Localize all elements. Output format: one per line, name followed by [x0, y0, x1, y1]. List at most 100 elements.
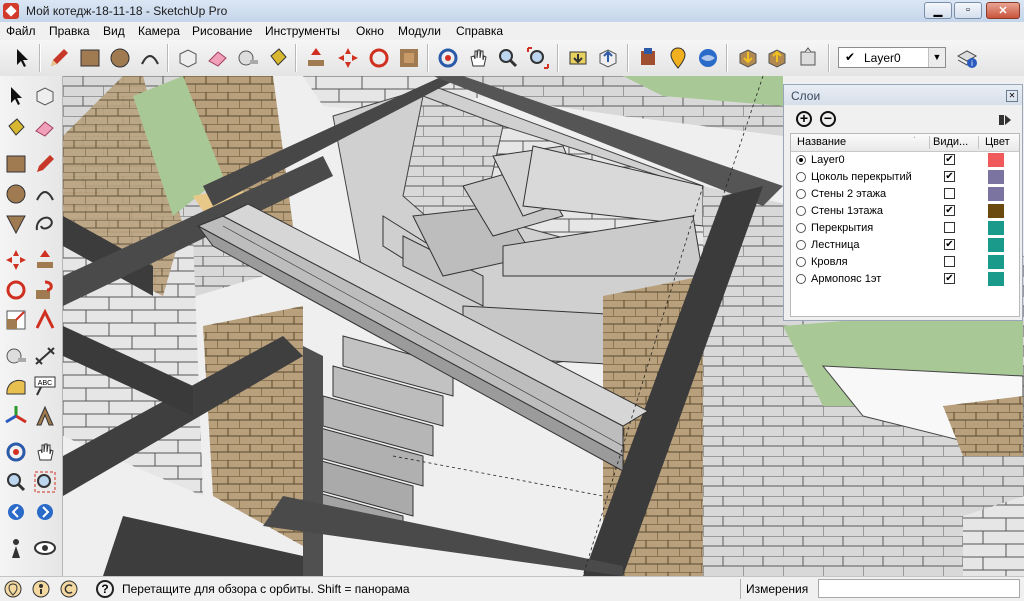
circle-icon[interactable] — [108, 46, 132, 70]
layer-name[interactable]: Стены 2 этажа — [811, 188, 886, 200]
menu-tools[interactable]: Инструменты — [265, 24, 340, 38]
layer-visible-checkbox[interactable] — [944, 256, 955, 267]
menu-help[interactable]: Справка — [456, 24, 503, 38]
tape-measure-icon[interactable] — [4, 344, 28, 368]
geo-location-icon[interactable] — [4, 580, 22, 598]
push-pull-icon[interactable] — [304, 46, 328, 70]
layer-visible-checkbox[interactable]: ✔ — [944, 171, 955, 182]
arc-icon[interactable] — [138, 46, 162, 70]
text-tool-icon[interactable]: ABC — [33, 374, 57, 398]
push-pull-icon[interactable] — [33, 248, 57, 272]
layers-panel-title-bar[interactable]: Слои ✕ — [784, 85, 1022, 105]
select-arrow-icon[interactable] — [4, 84, 28, 108]
layer-visible-checkbox[interactable]: ✔ — [944, 205, 955, 216]
layer-row[interactable]: Лестница ✔ — [791, 237, 1019, 254]
layer-name[interactable]: Цоколь перекрытий — [811, 171, 912, 183]
rotate-icon[interactable] — [367, 46, 391, 70]
column-color-header[interactable]: Цвет — [985, 136, 1010, 148]
arc-icon[interactable] — [33, 182, 57, 206]
extension-warehouse-icon[interactable] — [796, 46, 820, 70]
pan-hand-icon[interactable] — [466, 46, 490, 70]
column-visible-header[interactable]: Види... — [933, 136, 968, 148]
license-icon[interactable] — [60, 580, 78, 598]
measurements-input[interactable] — [818, 579, 1020, 598]
active-layer-radio[interactable] — [796, 155, 806, 165]
layer-row[interactable]: Кровля — [791, 254, 1019, 271]
offset-icon[interactable] — [397, 46, 421, 70]
protractor-icon[interactable] — [4, 374, 28, 398]
help-icon[interactable]: ? — [96, 580, 114, 598]
look-around-icon[interactable] — [33, 536, 57, 560]
layer-visible-checkbox[interactable] — [944, 222, 955, 233]
paint-bucket-icon[interactable] — [266, 46, 290, 70]
freehand-icon[interactable] — [33, 212, 57, 236]
follow-me-icon[interactable] — [33, 278, 57, 302]
move-icon[interactable] — [336, 46, 360, 70]
scale-icon[interactable] — [4, 308, 28, 332]
layer-color-swatch[interactable] — [988, 255, 1004, 269]
layer-row[interactable]: Армопояс 1эт ✔ — [791, 271, 1019, 288]
download-component-icon[interactable] — [736, 46, 760, 70]
minimize-button[interactable]: ▁ — [924, 2, 952, 19]
layer-color-swatch[interactable] — [988, 170, 1004, 184]
menu-edit[interactable]: Правка — [49, 24, 90, 38]
active-layer-radio[interactable] — [796, 274, 806, 284]
layer-row[interactable]: Цоколь перекрытий ✔ — [791, 169, 1019, 186]
layer-color-swatch[interactable] — [988, 238, 1004, 252]
layer-row[interactable]: Layer0 ✔ — [791, 152, 1019, 169]
active-layer-radio[interactable] — [796, 257, 806, 267]
layer-name[interactable]: Перекрытия — [811, 222, 873, 234]
google-earth-icon[interactable] — [696, 46, 720, 70]
layer-selector[interactable]: ✔ Layer0 ▼ — [838, 47, 946, 68]
chevron-down-icon[interactable]: ▼ — [928, 48, 945, 67]
active-layer-radio[interactable] — [796, 240, 806, 250]
layer-name[interactable]: Лестница — [811, 239, 860, 251]
pencil-icon[interactable] — [33, 152, 57, 176]
upload-component-icon[interactable] — [765, 46, 789, 70]
get-models-icon[interactable] — [636, 46, 660, 70]
maximize-button[interactable]: ▫ — [954, 2, 982, 19]
column-name-header[interactable]: Название — [797, 136, 846, 148]
menu-view[interactable]: Вид — [103, 24, 125, 38]
previous-view-icon[interactable] — [4, 500, 28, 524]
3d-warehouse-icon[interactable] — [566, 46, 590, 70]
eraser-icon[interactable] — [33, 116, 57, 140]
rectangle-icon[interactable] — [78, 46, 102, 70]
3d-text-icon[interactable] — [33, 404, 57, 428]
layer-visible-checkbox[interactable]: ✔ — [944, 239, 955, 250]
layer-name[interactable]: Layer0 — [811, 154, 845, 166]
layer-color-swatch[interactable] — [988, 187, 1004, 201]
circle-icon[interactable] — [4, 182, 28, 206]
eraser-icon[interactable] — [206, 46, 230, 70]
paint-bucket-icon[interactable] — [4, 116, 28, 140]
layer-row[interactable]: Стены 2 этажа — [791, 186, 1019, 203]
select-arrow-icon[interactable] — [10, 46, 34, 70]
delete-layer-button[interactable]: − — [820, 111, 836, 127]
menu-draw[interactable]: Рисование — [192, 24, 252, 38]
active-layer-radio[interactable] — [796, 206, 806, 216]
orbit-icon[interactable] — [436, 46, 460, 70]
active-layer-radio[interactable] — [796, 189, 806, 199]
active-layer-radio[interactable] — [796, 172, 806, 182]
rotate-icon[interactable] — [4, 278, 28, 302]
close-icon[interactable]: ✕ — [1006, 90, 1018, 102]
next-view-icon[interactable] — [33, 500, 57, 524]
layer-row[interactable]: Перекрытия — [791, 220, 1019, 237]
layer-row[interactable]: Стены 1этажа ✔ — [791, 203, 1019, 220]
layer-visible-checkbox[interactable]: ✔ — [944, 273, 955, 284]
active-layer-radio[interactable] — [796, 223, 806, 233]
menu-plugins[interactable]: Модули — [398, 24, 441, 38]
layer-manager-icon[interactable]: i — [955, 46, 979, 70]
rectangle-icon[interactable] — [4, 152, 28, 176]
add-layer-button[interactable]: + — [796, 111, 812, 127]
pan-hand-icon[interactable] — [33, 440, 57, 464]
menu-file[interactable]: Файл — [6, 24, 36, 38]
layer-visible-checkbox[interactable]: ✔ — [944, 154, 955, 165]
pencil-icon[interactable] — [47, 46, 71, 70]
layer-color-swatch[interactable] — [988, 204, 1004, 218]
axes-icon[interactable] — [4, 404, 28, 428]
zoom-icon[interactable] — [496, 46, 520, 70]
orbit-icon[interactable] — [4, 440, 28, 464]
credits-icon[interactable] — [32, 580, 50, 598]
polygon-icon[interactable] — [4, 212, 28, 236]
